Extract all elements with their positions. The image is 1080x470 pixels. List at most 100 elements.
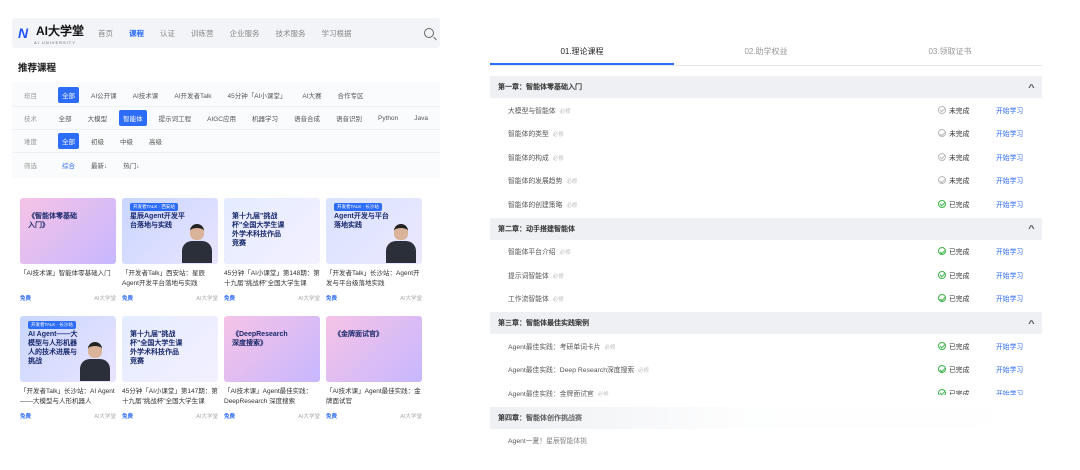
start-learning-link[interactable]: 开始学习 [996,152,1023,162]
chevron-up-icon[interactable]: ^ [1028,83,1035,92]
lesson-name[interactable]: Agent最佳实践：考研单词卡片 必修 [508,341,938,351]
course-title[interactable]: 「开发者Talk」长沙站：AI Agent——大模型与人形机器人 [20,387,116,407]
lesson-row: 智能体的构成 必修 未完成 开始学习 [490,145,1042,169]
filter-chip[interactable]: 最新↓ [87,157,111,173]
required-tag: 必修 [552,155,564,162]
start-learning-link[interactable]: 开始学习 [996,246,1023,256]
start-learning-link[interactable]: 开始学习 [996,293,1023,303]
lesson-name[interactable]: 智能体平台介绍 必修 [508,246,938,256]
lesson-name[interactable]: 提示词智能体 必修 [508,270,938,280]
tab-0[interactable]: 01.理论课程 [490,40,674,65]
course-card[interactable]: 开发者TALK · 长沙站 Agent开发与平台落地实践「开发者Talk」长沙站：… [326,198,422,310]
course-card[interactable]: 第十九届"挑战杯"全国大学生课外学术科技作品竞赛 45分钟「AI小课堂」第147期… [122,316,218,428]
start-learning-link[interactable]: 开始学习 [996,270,1023,280]
nav-item-1[interactable]: 课程 [129,28,144,39]
lesson-status: 未完成 [938,175,996,185]
lesson-name[interactable]: 智能体的构成 必修 [508,152,938,162]
filter-chip[interactable]: AI开发者Talk [170,87,215,103]
filter-chip[interactable]: AIGC应用 [203,110,240,126]
filter-chip[interactable]: 大模型 [84,110,112,126]
start-learning-link[interactable]: 开始学习 [996,364,1023,374]
course-thumbnail[interactable]: 开发者TALK · 长沙站 AI Agent——大模型与人形机器人的技术进展与挑战 [20,316,116,382]
course-title[interactable]: 「开发者Talk」西安站：星辰Agent开发平台落地与实践 [122,269,218,289]
lesson-row: 工作流智能体 必修 已完成 开始学习 [490,287,1042,311]
speaker-photo [182,224,212,264]
course-card[interactable]: 开发者TALK · 西安站 星辰Agent开发平台落地与实践「开发者Talk」西安… [122,198,218,310]
nav-item-5[interactable]: 技术服务 [276,28,306,39]
filter-chip[interactable]: 合作专区 [334,87,368,103]
start-learning-link[interactable]: 开始学习 [996,105,1023,115]
course-title[interactable]: 45分钟「AI小课堂」第147期：第十九届"挑战杯"全国大学生课 [122,387,218,407]
filter-chip[interactable]: 全部 [58,87,79,103]
chapter-header[interactable]: 第三章：智能体最佳实践案例 ^ [490,312,1042,334]
filter-chip[interactable]: 全部 [55,110,76,126]
course-title[interactable]: 「开发者Talk」长沙站：Agent开发与平台级落地实践 [326,269,422,289]
filter-chip[interactable]: 热门↓ [119,157,143,173]
lesson-name[interactable]: Agent最佳实践：Deep Research深度搜索 必修 [508,364,938,374]
lesson-name[interactable]: 智能体的发展趋势 必修 [508,175,938,185]
chevron-up-icon[interactable]: ^ [1028,224,1035,233]
filter-chip[interactable]: AI大赛 [298,87,325,103]
lesson-title: 大模型与智能体 [508,107,556,115]
filter-chip[interactable]: 全部 [58,133,79,149]
course-card[interactable]: 《智能体零基础入门》 「AI技术课」智能体零基础入门 免费 AI大学堂 [20,198,116,310]
course-thumbnail[interactable]: 《金牌面试官》 [326,316,422,382]
required-tag: 必修 [559,250,571,257]
chevron-up-icon[interactable]: ^ [1028,319,1035,328]
filter-label: 技术 [24,116,37,123]
filter-chip[interactable]: 机器学习 [248,110,282,126]
filter-chip[interactable]: 提示词工程 [155,110,196,126]
course-title[interactable]: 「AI技术课」Agent最佳实践：金牌面试官 [326,387,422,407]
filter-row: 难度 全部 初级 中级 高级 [12,130,440,153]
nav-item-4[interactable]: 企业服务 [230,28,260,39]
course-thumbnail[interactable]: 《智能体零基础入门》 [20,198,116,264]
filter-chip[interactable]: 语音识别 [332,110,366,126]
lesson-row: 智能体的发展趋势 必修 未完成 开始学习 [490,169,1042,193]
start-learning-link[interactable]: 开始学习 [996,175,1023,185]
filter-chip[interactable]: 智能体 [119,110,147,126]
lesson-row: 智能体平台介绍 必修 已完成 开始学习 [490,240,1042,264]
filter-chip[interactable]: 45分钟「AI小课堂」 [224,87,291,103]
filter-chip[interactable]: 语音合成 [290,110,324,126]
filter-chip[interactable]: 综合 [58,157,79,173]
chapter-header[interactable]: 第一章：智能体零基础入门 ^ [490,76,1042,98]
search-icon[interactable] [424,28,434,38]
course-card[interactable]: 开发者TALK · 长沙站 AI Agent——大模型与人形机器人的技术进展与挑战… [20,316,116,428]
lesson-name[interactable]: 工作流智能体 必修 [508,293,938,303]
course-card[interactable]: 第十九届"挑战杯"全国大学生课外学术科技作品竞赛 45分钟「AI小课堂」第148期… [224,198,320,310]
logo[interactable]: N AI大学堂 AI UNIVERSITY [18,22,98,45]
course-thumbnail[interactable]: 《DeepResearch深度搜索》 [224,316,320,382]
lesson-name[interactable]: 智能体的创建策略 必修 [508,199,938,209]
filter-chip[interactable]: 初级 [87,133,108,149]
course-provider: AI大学堂 [94,414,116,420]
nav-item-3[interactable]: 训练营 [191,28,214,39]
nav-item-6[interactable]: 学习根据 [322,28,352,39]
course-card[interactable]: 《金牌面试官》 「AI技术课」Agent最佳实践：金牌面试官 免费 AI大学堂 [326,316,422,428]
course-thumbnail[interactable]: 开发者TALK · 长沙站 Agent开发与平台落地实践 [326,198,422,264]
filter-chip[interactable]: Python [374,112,402,125]
course-thumbnail[interactable]: 开发者TALK · 西安站 星辰Agent开发平台落地与实践 [122,198,218,264]
start-learning-link[interactable]: 开始学习 [996,341,1023,351]
status-text: 已完成 [949,367,970,375]
nav-item-0[interactable]: 首页 [98,28,113,39]
filter-chip[interactable]: Java [410,112,432,125]
course-thumbnail[interactable]: 第十九届"挑战杯"全国大学生课外学术科技作品竞赛 [122,316,218,382]
chapter-header[interactable]: 第二章：动手搭建智能体 ^ [490,217,1042,240]
lesson-name[interactable]: 大模型与智能体 必修 [508,105,938,115]
filter-chip[interactable]: AI公开课 [87,87,121,103]
nav-item-2[interactable]: 认证 [160,28,175,39]
course-card[interactable]: 《DeepResearch深度搜索》「AI技术课」Agent最佳实践：DeepR… [224,316,320,428]
course-title[interactable]: 45分钟「AI小课堂」第148期：第十九届"挑战杯"全国大学生课 [224,269,320,289]
required-tag: 必修 [566,179,578,186]
filter-chip[interactable]: AI技术课 [129,87,163,103]
start-learning-link[interactable]: 开始学习 [996,199,1023,209]
tab-1[interactable]: 02.助学权益 [674,40,858,65]
lesson-name[interactable]: 智能体的类型 必修 [508,128,938,138]
course-thumbnail[interactable]: 第十九届"挑战杯"全国大学生课外学术科技作品竞赛 [224,198,320,264]
tab-2[interactable]: 03.领取证书 [858,40,1042,65]
course-title[interactable]: 「AI技术课」智能体零基础入门 [20,269,116,289]
filter-chip[interactable]: 高级 [145,133,166,149]
filter-chip[interactable]: 中级 [116,133,137,149]
course-title[interactable]: 「AI技术课」Agent最佳实践：DeepResearch 深度搜索 [224,387,320,407]
start-learning-link[interactable]: 开始学习 [996,128,1023,138]
